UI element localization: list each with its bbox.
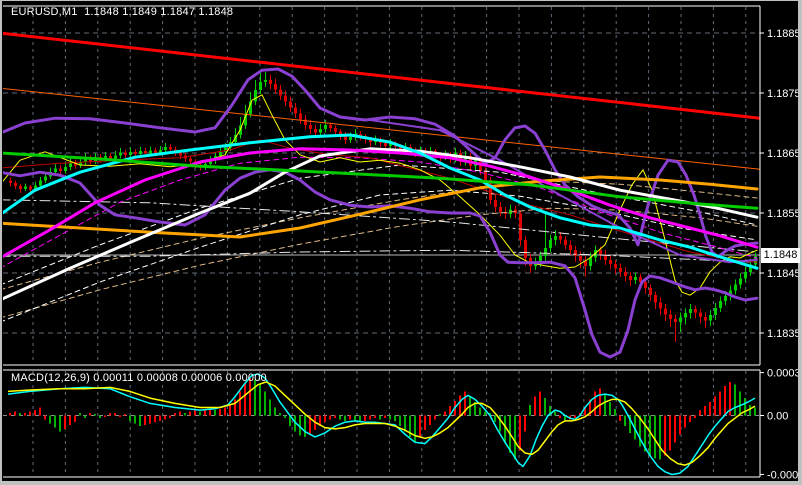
macd-indicator-label: MACD(12,26,9) 0.00011 0.00008 0.00006 0.… <box>11 372 267 384</box>
axis-label: 0.00 <box>767 411 788 423</box>
axis-label: -0.00044 <box>767 469 798 481</box>
axis-label: 1.1875 <box>767 88 798 100</box>
current-price-box: 1.1848 <box>761 248 800 263</box>
chart-app-area: 1.1885 1.1875 1.1865 1.1855 1.1845 1.1835 0.00… <box>2 1 800 481</box>
axis-label: 1.1845 <box>767 268 798 280</box>
axis-label: 1.1885 <box>767 28 798 40</box>
chart-window: 1.1885 1.1875 1.1865 1.1855 1.1845 1.1835 0.00… <box>0 0 802 485</box>
axis-label: 0.00032 <box>767 368 798 380</box>
axis-label: 1.1855 <box>767 208 798 220</box>
chart-canvas[interactable]: 1.1885 1.1875 1.1865 1.1855 1.1845 1.1835 0.00… <box>2 1 798 481</box>
axis-label: 1.1835 <box>767 328 798 340</box>
chart-title: EURUSD,M1 1.1848 1.1849 1.1847 1.1848 <box>11 6 234 18</box>
axis-label: 1.1865 <box>767 148 798 160</box>
